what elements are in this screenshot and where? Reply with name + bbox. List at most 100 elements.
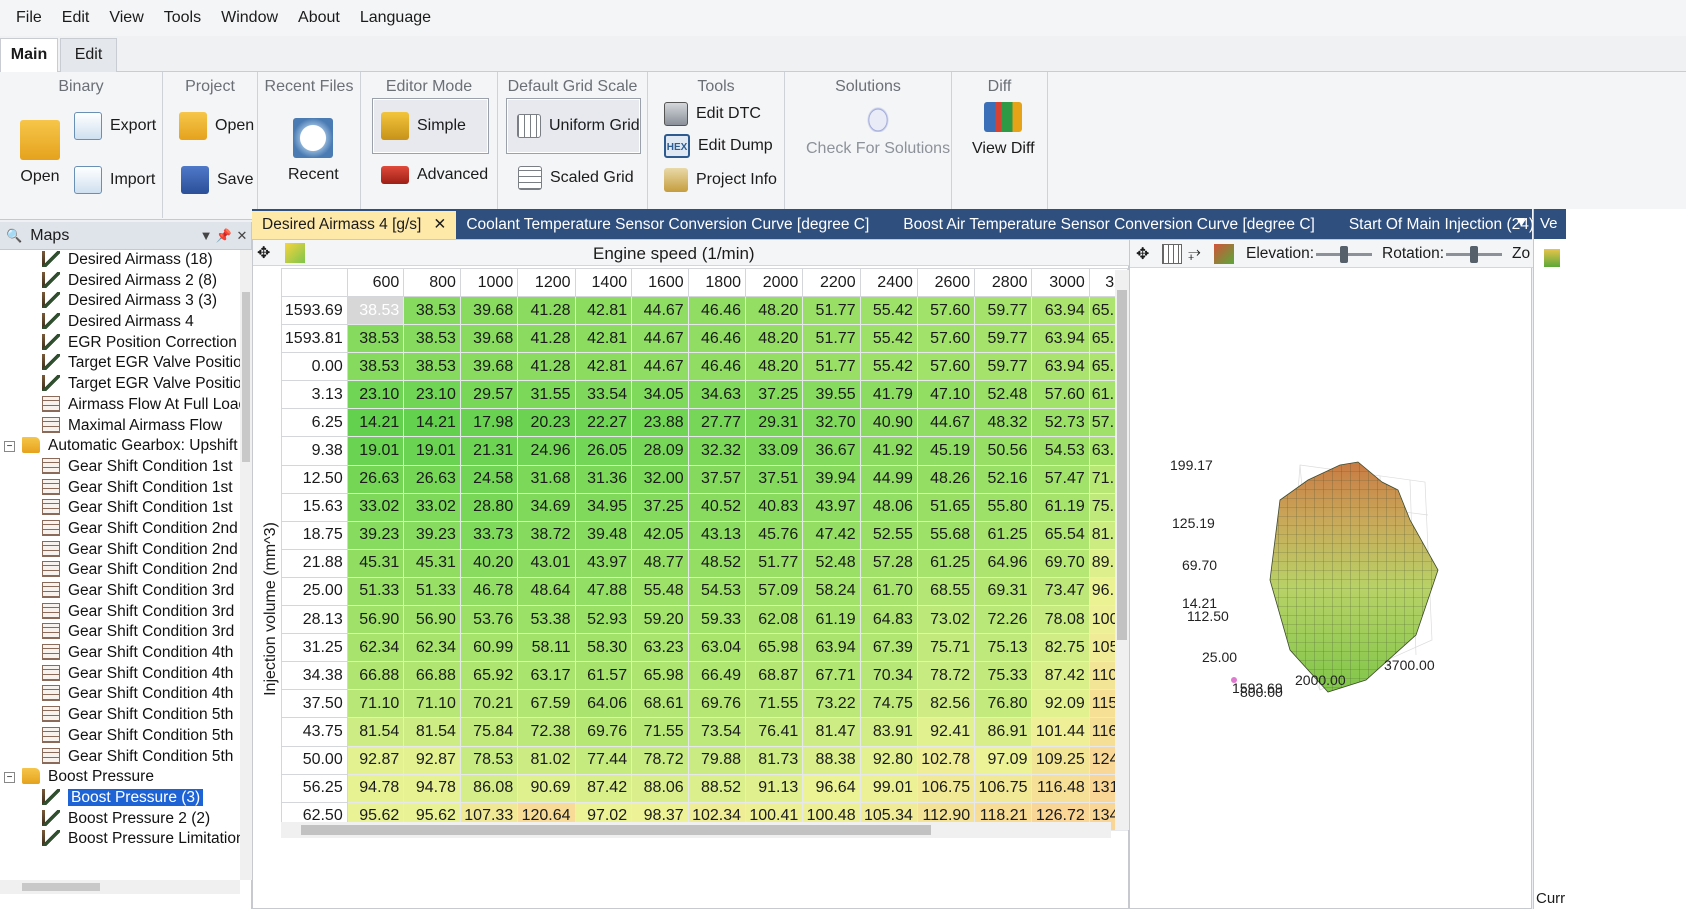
table-cell[interactable]: 92.80 xyxy=(859,745,918,775)
table-cell[interactable]: 68.55 xyxy=(916,576,976,607)
table-cell[interactable]: 82.75 xyxy=(1031,633,1090,663)
table-cell[interactable]: 62.34 xyxy=(403,633,461,663)
table-cell[interactable]: 63.94 xyxy=(802,633,861,663)
pin-icon[interactable]: 📌 xyxy=(215,228,233,244)
table-cell[interactable]: 92.87 xyxy=(346,745,405,775)
table-cell[interactable]: 51.33 xyxy=(403,576,461,607)
table-cell[interactable]: 60.99 xyxy=(459,633,519,663)
tree-item[interactable]: Gear Shift Condition 3rd xyxy=(0,602,240,623)
table-cell[interactable]: 75.71 xyxy=(916,633,976,663)
tree-item[interactable]: Desired Airmass (18) xyxy=(0,250,240,271)
menu-tools[interactable]: Tools xyxy=(154,0,211,36)
menu-window[interactable]: Window xyxy=(211,0,288,36)
table-cell[interactable]: 70.34 xyxy=(859,661,918,691)
table-cell[interactable]: 44.67 xyxy=(916,408,976,438)
tree-item[interactable]: Target EGR Valve Position xyxy=(0,353,240,374)
table-cell[interactable]: 86.91 xyxy=(974,717,1033,747)
table-cell[interactable]: 101.44 xyxy=(1031,717,1090,747)
menu-about[interactable]: About xyxy=(288,0,350,36)
table-cell[interactable]: 71.10 xyxy=(403,689,461,719)
table-cell[interactable]: 34.95 xyxy=(574,492,633,522)
table-cell[interactable]: 99.01 xyxy=(859,773,918,803)
table-cell[interactable]: 81.02 xyxy=(517,745,576,775)
tree-item[interactable]: Gear Shift Condition 4th xyxy=(0,684,240,705)
table-cell[interactable]: 45.19 xyxy=(916,436,976,466)
table-cell[interactable]: 38.72 xyxy=(517,520,576,550)
table-cell[interactable]: 38.53 xyxy=(346,352,405,382)
table-cell[interactable]: 65.54 xyxy=(1031,520,1090,550)
table-cell[interactable]: 32.32 xyxy=(687,436,747,466)
table-cell[interactable]: 24.96 xyxy=(517,436,576,466)
table-cell[interactable]: 19.01 xyxy=(403,436,461,466)
table-cell[interactable]: 24.58 xyxy=(459,464,519,494)
tree-vertical-scrollbar[interactable] xyxy=(240,250,252,880)
table-cell[interactable]: 46.46 xyxy=(687,295,747,326)
table-cell[interactable]: 22.27 xyxy=(574,408,633,438)
table-cell[interactable]: 48.06 xyxy=(859,492,918,522)
table-cell[interactable]: 41.79 xyxy=(859,380,918,410)
table-cell[interactable]: 59.20 xyxy=(631,605,689,635)
table-cell[interactable]: 40.83 xyxy=(744,492,804,522)
ribbon-tab-edit[interactable]: Edit xyxy=(60,38,117,72)
table-cell[interactable]: 63.23 xyxy=(631,633,689,663)
table-cell[interactable]: 23.10 xyxy=(346,380,405,410)
table-cell[interactable]: 29.57 xyxy=(459,380,519,410)
import-button[interactable]: Import xyxy=(74,166,155,194)
table-cell[interactable]: 42.05 xyxy=(631,520,689,550)
table-cell[interactable]: 44.99 xyxy=(859,464,918,494)
table-cell[interactable]: 39.55 xyxy=(802,380,861,410)
uniform-grid-button[interactable]: Uniform Grid xyxy=(506,98,641,154)
menu-language[interactable]: Language xyxy=(350,0,441,36)
table-cell[interactable]: 64.06 xyxy=(574,689,633,719)
table-cell[interactable]: 55.42 xyxy=(859,352,918,382)
table-cell[interactable]: 48.20 xyxy=(744,295,804,326)
table-cell[interactable]: 44.67 xyxy=(631,352,689,382)
table-cell[interactable]: 61.19 xyxy=(802,605,861,635)
table-cell[interactable]: 71.55 xyxy=(631,717,689,747)
tree-item[interactable]: − Automatic Gearbox: Upshift xyxy=(0,436,240,457)
table-cell[interactable]: 39.94 xyxy=(802,464,861,494)
table-cell[interactable]: 63.94 xyxy=(1031,324,1090,354)
table-cell[interactable]: 39.23 xyxy=(403,520,461,550)
ribbon-tab-main[interactable]: Main xyxy=(0,38,58,72)
tree-item[interactable]: Boost Pressure Limitation xyxy=(0,829,240,850)
table-cell[interactable]: 75.33 xyxy=(974,661,1033,691)
table-cell[interactable]: 72.26 xyxy=(974,605,1033,635)
table-cell[interactable]: 43.97 xyxy=(574,548,633,578)
table-cell[interactable]: 57.60 xyxy=(1031,380,1090,410)
table-cell[interactable]: 61.57 xyxy=(574,661,633,691)
table-cell[interactable]: 38.53 xyxy=(346,295,405,326)
tree-item[interactable]: Gear Shift Condition 2nd xyxy=(0,540,240,561)
scaled-grid-button[interactable]: Scaled Grid xyxy=(518,166,634,190)
table-cell[interactable]: 65.92 xyxy=(459,661,519,691)
table-cell[interactable]: 57.60 xyxy=(916,352,976,382)
table-cell[interactable]: 31.68 xyxy=(517,464,576,494)
table-cell[interactable]: 34.05 xyxy=(631,380,689,410)
table-cell[interactable]: 72.38 xyxy=(517,717,576,747)
table-cell[interactable]: 48.20 xyxy=(744,352,804,382)
table-cell[interactable]: 59.77 xyxy=(974,295,1033,326)
advanced-mode-button[interactable]: Advanced xyxy=(381,166,488,184)
table-cell[interactable]: 69.70 xyxy=(1031,548,1090,578)
table-cell[interactable]: 39.23 xyxy=(346,520,405,550)
table-cell[interactable]: 88.38 xyxy=(802,745,861,775)
table-cell[interactable]: 59.33 xyxy=(687,605,747,635)
table-cell[interactable]: 44.67 xyxy=(631,324,689,354)
table-cell[interactable]: 28.09 xyxy=(631,436,689,466)
tree-item[interactable]: Gear Shift Condition 2nd xyxy=(0,560,240,581)
table-cell[interactable]: 46.46 xyxy=(687,352,747,382)
table-cell[interactable]: 41.28 xyxy=(517,324,576,354)
table-cell[interactable]: 81.73 xyxy=(744,745,804,775)
table-cell[interactable]: 20.23 xyxy=(517,408,576,438)
table-cell[interactable]: 26.05 xyxy=(574,436,633,466)
table-cell[interactable]: 67.59 xyxy=(517,689,576,719)
table-cell[interactable]: 23.88 xyxy=(631,408,689,438)
table-cell[interactable]: 53.76 xyxy=(459,605,519,635)
tree-item[interactable]: Gear Shift Condition 1st xyxy=(0,478,240,499)
grid-vscroll-thumb[interactable] xyxy=(1117,290,1127,640)
table-cell[interactable]: 52.93 xyxy=(574,605,633,635)
table-cell[interactable]: 81.54 xyxy=(403,717,461,747)
collapse-toggle-icon[interactable]: − xyxy=(4,441,15,453)
tree-item[interactable]: Gear Shift Condition 5th xyxy=(0,747,240,768)
table-cell[interactable]: 67.71 xyxy=(802,661,861,691)
